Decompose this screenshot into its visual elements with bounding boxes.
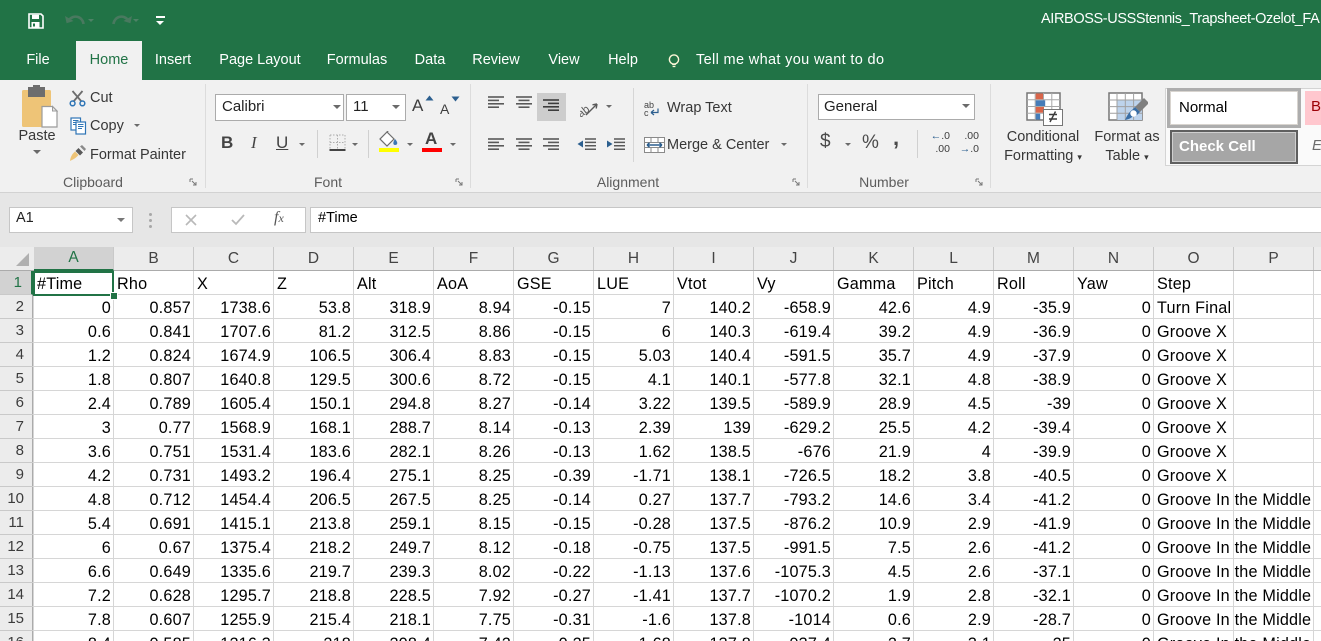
svg-text:c: c (644, 108, 649, 117)
